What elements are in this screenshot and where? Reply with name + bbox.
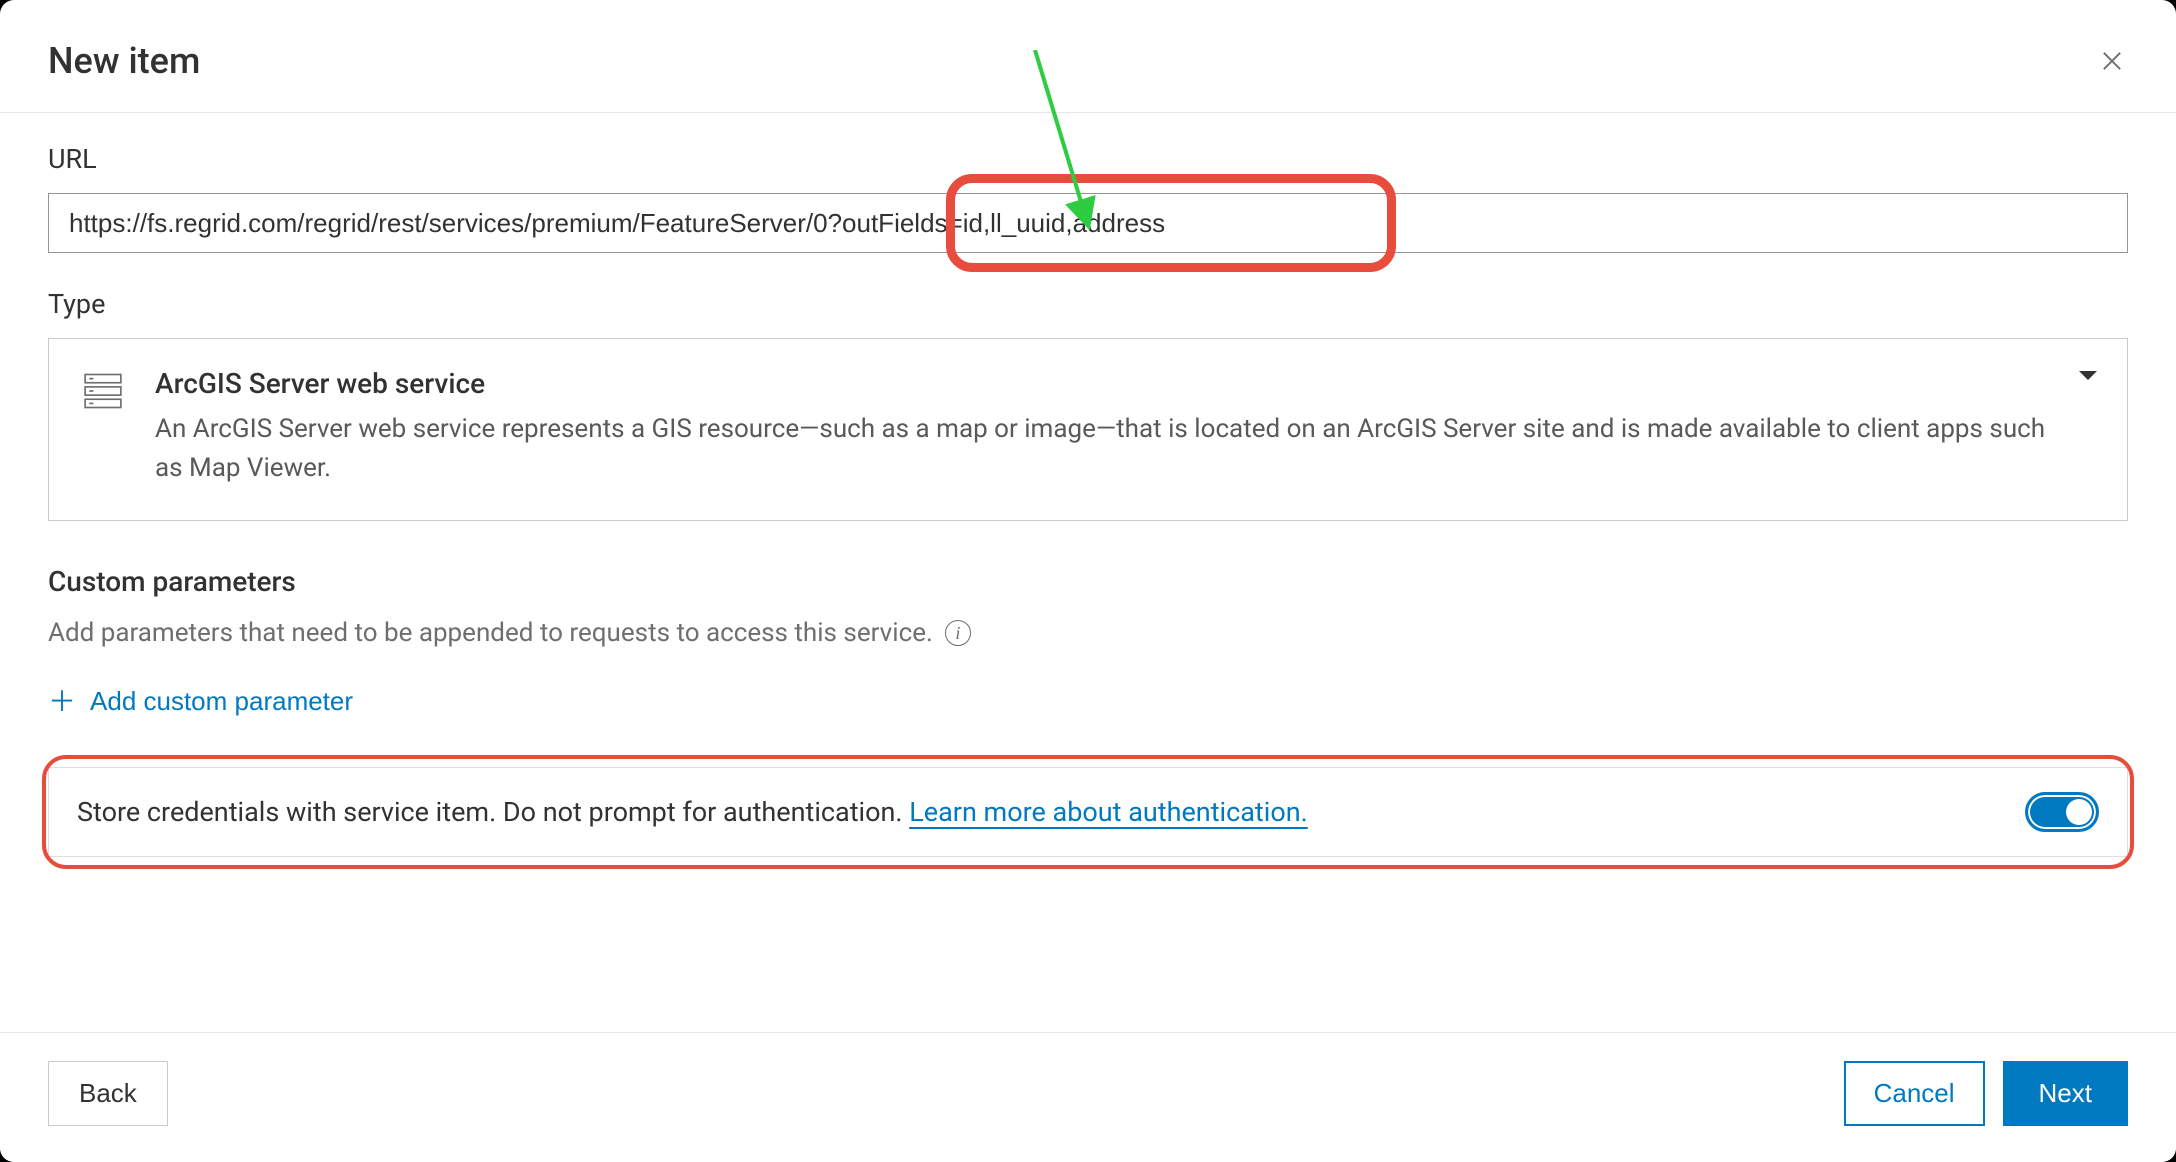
type-selector[interactable]: ArcGIS Server web service An ArcGIS Serv… (48, 338, 2128, 521)
plus-icon: ＋ (48, 688, 76, 716)
add-custom-parameter-button[interactable]: ＋ Add custom parameter (48, 686, 353, 717)
info-icon[interactable]: i (945, 620, 971, 646)
custom-parameters-help-text: Add parameters that need to be appended … (48, 618, 933, 648)
dialog-footer: Back Cancel Next (0, 1032, 2176, 1162)
footer-right: Cancel Next (1844, 1061, 2128, 1126)
store-credentials-toggle[interactable] (2025, 792, 2099, 832)
dialog-body: URL Type ArcGIS Server web service An Ar… (0, 113, 2176, 857)
close-icon (2098, 47, 2126, 75)
learn-more-authentication-link[interactable]: Learn more about authentication. (909, 796, 1308, 828)
url-input[interactable] (48, 193, 2128, 253)
type-text: ArcGIS Server web service An ArcGIS Serv… (155, 367, 2097, 488)
dialog-header: New item (0, 0, 2176, 113)
custom-parameters-help: Add parameters that need to be appended … (48, 618, 2128, 648)
back-button[interactable]: Back (48, 1061, 168, 1126)
dialog-title: New item (48, 40, 200, 82)
cancel-button[interactable]: Cancel (1844, 1061, 1985, 1126)
store-credentials-text: Store credentials with service item. Do … (77, 796, 1308, 828)
type-description: An ArcGIS Server web service represents … (155, 410, 2047, 488)
type-label: Type (48, 288, 2128, 320)
next-button[interactable]: Next (2003, 1061, 2128, 1126)
type-title: ArcGIS Server web service (155, 367, 2047, 400)
credentials-section: Store credentials with service item. Do … (48, 767, 2128, 857)
store-credentials-label: Store credentials with service item. Do … (77, 796, 909, 828)
server-icon (79, 367, 127, 415)
url-input-wrap (48, 193, 2128, 253)
custom-parameters-heading: Custom parameters (48, 565, 2128, 598)
url-label: URL (48, 143, 2128, 175)
add-custom-parameter-label: Add custom parameter (90, 686, 353, 717)
store-credentials-row: Store credentials with service item. Do … (48, 767, 2128, 857)
close-button[interactable] (2096, 45, 2128, 77)
new-item-dialog: New item URL Type (0, 0, 2176, 1162)
chevron-down-icon (2079, 371, 2097, 380)
